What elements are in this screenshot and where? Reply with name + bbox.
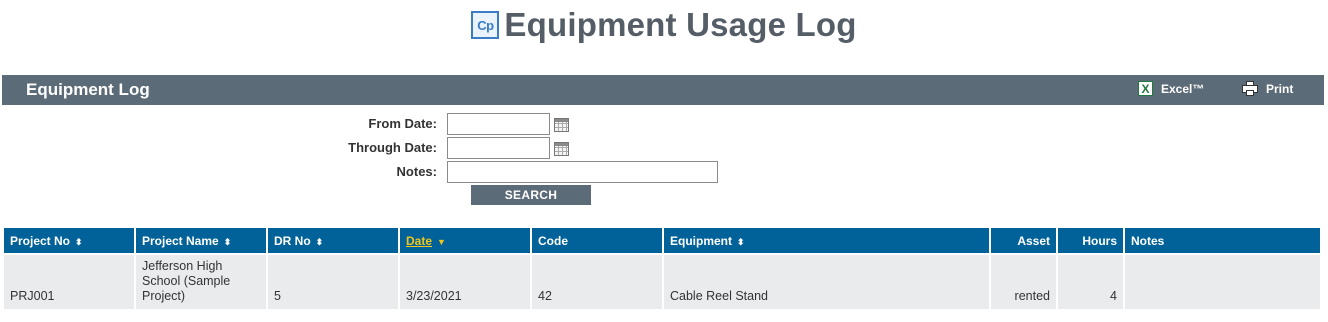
through-date-calendar-icon[interactable] bbox=[554, 142, 569, 156]
cell-equipment: Cable Reel Stand bbox=[664, 253, 991, 309]
cell-notes bbox=[1125, 253, 1322, 309]
from-date-calendar-icon[interactable] bbox=[554, 118, 569, 132]
table-header-row: Project No ⬍ Project Name ⬍ DR No ⬍ Date ▼ C… bbox=[4, 228, 1322, 253]
cell-asset: rented bbox=[991, 253, 1058, 309]
equipment-log-table: Project No ⬍ Project Name ⬍ DR No ⬍ Date ▼ C… bbox=[4, 228, 1322, 309]
app-logo-icon: Cp bbox=[471, 11, 500, 39]
from-date-input[interactable] bbox=[447, 113, 550, 135]
cell-code: 42 bbox=[532, 253, 664, 309]
excel-icon: X bbox=[1138, 81, 1153, 96]
through-date-label: Through Date: bbox=[348, 140, 437, 155]
from-date-label: From Date: bbox=[368, 116, 437, 131]
cell-hours: 4 bbox=[1058, 253, 1125, 309]
column-header-hours: Hours bbox=[1058, 228, 1125, 253]
excel-export-button[interactable]: X Excel™ bbox=[1138, 81, 1204, 96]
column-header-project-name[interactable]: Project Name ⬍ bbox=[136, 228, 268, 253]
column-header-asset: Asset bbox=[991, 228, 1058, 253]
sort-icon: ⬍ bbox=[737, 236, 745, 247]
page-header: Cp Equipment Usage Log bbox=[0, 6, 1328, 44]
notes-input[interactable] bbox=[447, 161, 718, 183]
column-header-equipment[interactable]: Equipment ⬍ bbox=[664, 228, 991, 253]
column-header-dr-no[interactable]: DR No ⬍ bbox=[268, 228, 400, 253]
excel-label: Excel™ bbox=[1161, 81, 1205, 96]
print-button[interactable]: Print bbox=[1242, 81, 1293, 96]
table-row[interactable]: PRJ001 Jefferson High School (Sample Pro… bbox=[4, 253, 1322, 309]
column-header-code: Code bbox=[532, 228, 664, 253]
column-header-date[interactable]: Date ▼ bbox=[400, 228, 532, 253]
sort-icon: ⬍ bbox=[315, 236, 324, 247]
through-date-input[interactable] bbox=[447, 137, 550, 159]
column-header-project-no[interactable]: Project No ⬍ bbox=[4, 228, 136, 253]
sort-icon: ⬍ bbox=[223, 236, 232, 247]
printer-icon bbox=[1242, 81, 1258, 96]
print-label: Print bbox=[1266, 81, 1294, 96]
panel-header: Equipment Log X Excel™ Print bbox=[2, 75, 1324, 105]
column-header-notes: Notes bbox=[1125, 228, 1322, 253]
panel-title: Equipment Log bbox=[26, 80, 150, 99]
page-title: Equipment Usage Log bbox=[504, 6, 857, 43]
search-button[interactable]: SEARCH bbox=[471, 185, 591, 205]
sort-desc-icon: ▼ bbox=[437, 236, 446, 247]
cell-project-name: Jefferson High School (Sample Project) bbox=[136, 253, 268, 309]
notes-label: Notes: bbox=[396, 164, 437, 179]
cell-project-no: PRJ001 bbox=[4, 253, 136, 309]
cell-dr-no: 5 bbox=[268, 253, 400, 309]
cell-date: 3/23/2021 bbox=[400, 253, 532, 309]
sort-icon: ⬍ bbox=[75, 236, 83, 247]
